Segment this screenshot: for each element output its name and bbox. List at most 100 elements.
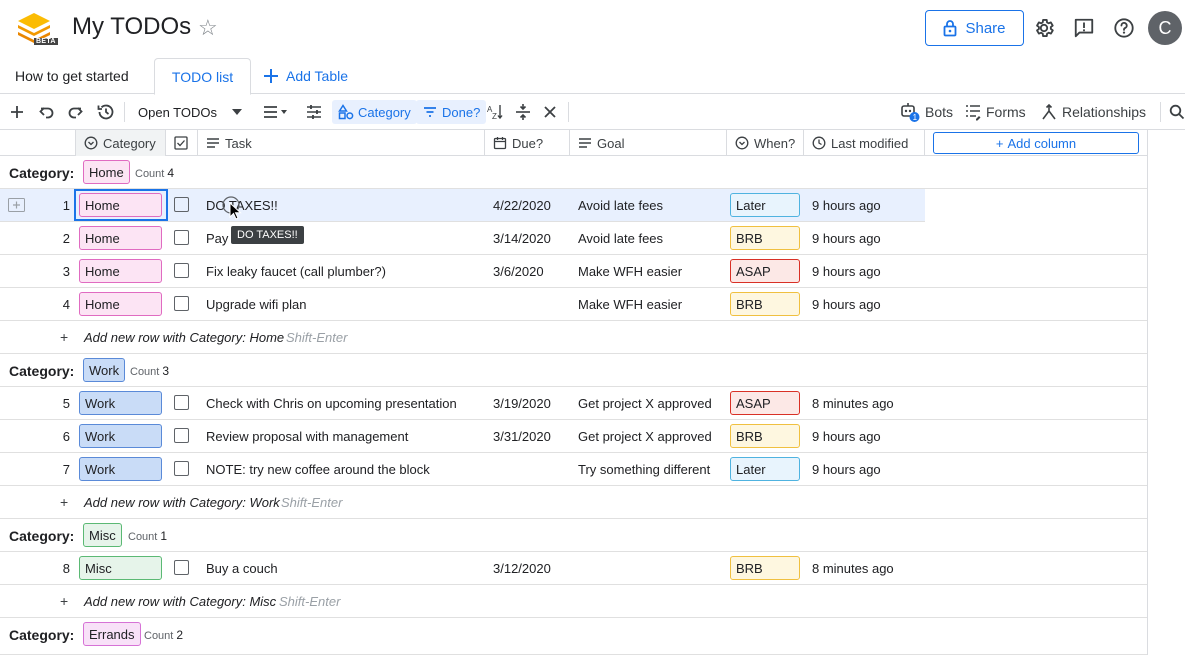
due-cell[interactable] — [493, 453, 569, 485]
relationships-button[interactable]: Relationships — [1040, 100, 1146, 124]
due-cell[interactable]: 3/31/2020 — [493, 420, 569, 452]
table-row[interactable]: 4 Home Upgrade wifi plan Make WFH easier… — [0, 288, 1148, 321]
table-row[interactable]: 8 Misc Buy a couch 3/12/2020 BRB 8 minut… — [0, 552, 1148, 585]
goal-cell[interactable]: Make WFH easier — [578, 255, 726, 287]
close-icon[interactable] — [542, 100, 558, 124]
goal-cell[interactable]: Try something different — [578, 453, 726, 485]
goal-cell[interactable]: Avoid late fees — [578, 222, 726, 254]
due-cell[interactable]: 3/14/2020 — [493, 222, 569, 254]
filter-chip[interactable]: Done? — [416, 100, 487, 124]
toolbar-divider — [568, 102, 569, 122]
share-label: Share — [965, 19, 1006, 37]
add-row-text: Add new row with Category: Misc — [84, 594, 277, 609]
tab-how-to-get-started[interactable]: How to get started — [15, 58, 145, 94]
goal-cell[interactable]: Make WFH easier — [578, 288, 726, 320]
star-icon[interactable]: ☆ — [198, 15, 218, 41]
bots-badge-count: 1 — [913, 113, 918, 122]
done-checkbox[interactable] — [174, 395, 189, 410]
settings-gear-icon[interactable] — [1032, 16, 1056, 40]
add-row-work[interactable]: + Add new row with Category: Work Shift-… — [0, 486, 1148, 519]
table-row[interactable]: 5 Work Check with Chris on upcoming pres… — [0, 387, 1148, 420]
bots-button[interactable]: 1 Bots — [899, 100, 953, 124]
table-row[interactable]: 2 Home Pay 3/14/2020 Avoid late fees BRB… — [0, 222, 1148, 255]
due-cell[interactable]: 3/12/2020 — [493, 552, 569, 584]
goal-cell[interactable] — [578, 552, 726, 584]
customize-columns-icon[interactable] — [305, 100, 323, 124]
when-chip[interactable]: BRB — [730, 424, 800, 448]
history-icon[interactable] — [96, 100, 116, 124]
group-header-misc[interactable]: Category: Misc Count 1 — [0, 519, 1148, 552]
add-table-button[interactable]: Add Table — [262, 58, 348, 94]
goal-cell[interactable]: Get project X approved — [578, 420, 726, 452]
category-chip[interactable]: Work — [79, 424, 162, 448]
forms-button[interactable]: Forms — [964, 100, 1026, 124]
when-chip[interactable]: ASAP — [730, 391, 800, 415]
collapse-groups-icon[interactable] — [514, 100, 532, 124]
table-row[interactable]: 3 Home Fix leaky faucet (call plumber?) … — [0, 255, 1148, 288]
goal-cell[interactable]: Get project X approved — [578, 387, 726, 419]
table-row[interactable]: 7 Work NOTE: try new coffee around the b… — [0, 453, 1148, 486]
view-select[interactable]: Open TODOs — [128, 98, 252, 126]
when-chip[interactable]: Later — [730, 457, 800, 481]
add-row-home[interactable]: + Add new row with Category: Home Shift-… — [0, 321, 1148, 354]
task-cell[interactable]: NOTE: try new coffee around the block — [206, 453, 481, 485]
done-checkbox[interactable] — [174, 230, 189, 245]
add-row-icon[interactable] — [8, 100, 26, 124]
group-header-errands[interactable]: Category: Errands Count 2 — [0, 618, 1148, 655]
column-header-done[interactable] — [166, 130, 198, 156]
column-header-when[interactable]: When? — [727, 130, 804, 156]
group-by-chip[interactable]: Category — [332, 100, 417, 124]
search-icon[interactable] — [1169, 100, 1185, 124]
due-cell[interactable]: 3/19/2020 — [493, 387, 569, 419]
share-button[interactable]: Share — [925, 10, 1024, 46]
when-chip[interactable]: BRB — [730, 556, 800, 580]
add-row-misc[interactable]: + Add new row with Category: Misc Shift-… — [0, 585, 1148, 618]
column-header-task[interactable]: Task — [198, 130, 485, 156]
done-checkbox[interactable] — [174, 296, 189, 311]
redo-icon[interactable] — [66, 100, 84, 124]
category-chip[interactable]: Misc — [79, 556, 162, 580]
sort-az-icon[interactable]: AZ — [486, 100, 504, 124]
table-row[interactable]: 6 Work Review proposal with management 3… — [0, 420, 1148, 453]
tab-todo-list[interactable]: TODO list — [154, 58, 251, 95]
category-chip[interactable]: Work — [79, 457, 162, 481]
done-checkbox[interactable] — [174, 560, 189, 575]
due-cell[interactable]: 4/22/2020 — [493, 189, 569, 221]
feedback-icon[interactable] — [1072, 16, 1096, 40]
category-chip[interactable]: Home — [79, 226, 162, 250]
task-cell[interactable]: Upgrade wifi plan — [206, 288, 481, 320]
expand-row-icon[interactable] — [8, 198, 25, 212]
done-checkbox[interactable] — [174, 197, 189, 212]
goal-cell[interactable]: Avoid late fees — [578, 189, 726, 221]
due-cell[interactable] — [493, 288, 569, 320]
group-header-work[interactable]: Category: Work Count 3 — [0, 354, 1148, 387]
row-height-icon[interactable] — [262, 100, 288, 124]
category-chip[interactable]: Home — [79, 292, 162, 316]
task-cell[interactable]: Review proposal with management — [206, 420, 481, 452]
column-header-due[interactable]: Due? — [485, 130, 570, 156]
when-chip[interactable]: BRB — [730, 292, 800, 316]
when-chip[interactable]: ASAP — [730, 259, 800, 283]
plus-icon: + — [995, 135, 1004, 151]
when-chip[interactable]: BRB — [730, 226, 800, 250]
category-chip[interactable]: Home — [79, 259, 162, 283]
column-header-category[interactable]: Category — [76, 130, 166, 156]
user-avatar[interactable]: C — [1148, 11, 1182, 45]
undo-icon[interactable] — [38, 100, 56, 124]
task-cell[interactable]: Fix leaky faucet (call plumber?) — [206, 255, 481, 287]
column-header-goal[interactable]: Goal — [570, 130, 727, 156]
column-header-last-modified[interactable]: Last modified — [804, 130, 925, 156]
when-chip[interactable]: Later — [730, 193, 800, 217]
due-cell[interactable]: 3/6/2020 — [493, 255, 569, 287]
doc-title[interactable]: My TODOs — [72, 13, 191, 41]
group-header-home[interactable]: Category: Home Count 4 — [0, 156, 1148, 189]
done-checkbox[interactable] — [174, 263, 189, 278]
task-cell[interactable]: Check with Chris on upcoming presentatio… — [206, 387, 481, 419]
task-cell[interactable]: DO TAXES!! — [206, 189, 481, 221]
add-column-button[interactable]: + Add column — [933, 132, 1139, 154]
help-icon[interactable] — [1112, 16, 1136, 40]
task-cell[interactable]: Buy a couch — [206, 552, 481, 584]
done-checkbox[interactable] — [174, 461, 189, 476]
done-checkbox[interactable] — [174, 428, 189, 443]
category-chip[interactable]: Work — [79, 391, 162, 415]
